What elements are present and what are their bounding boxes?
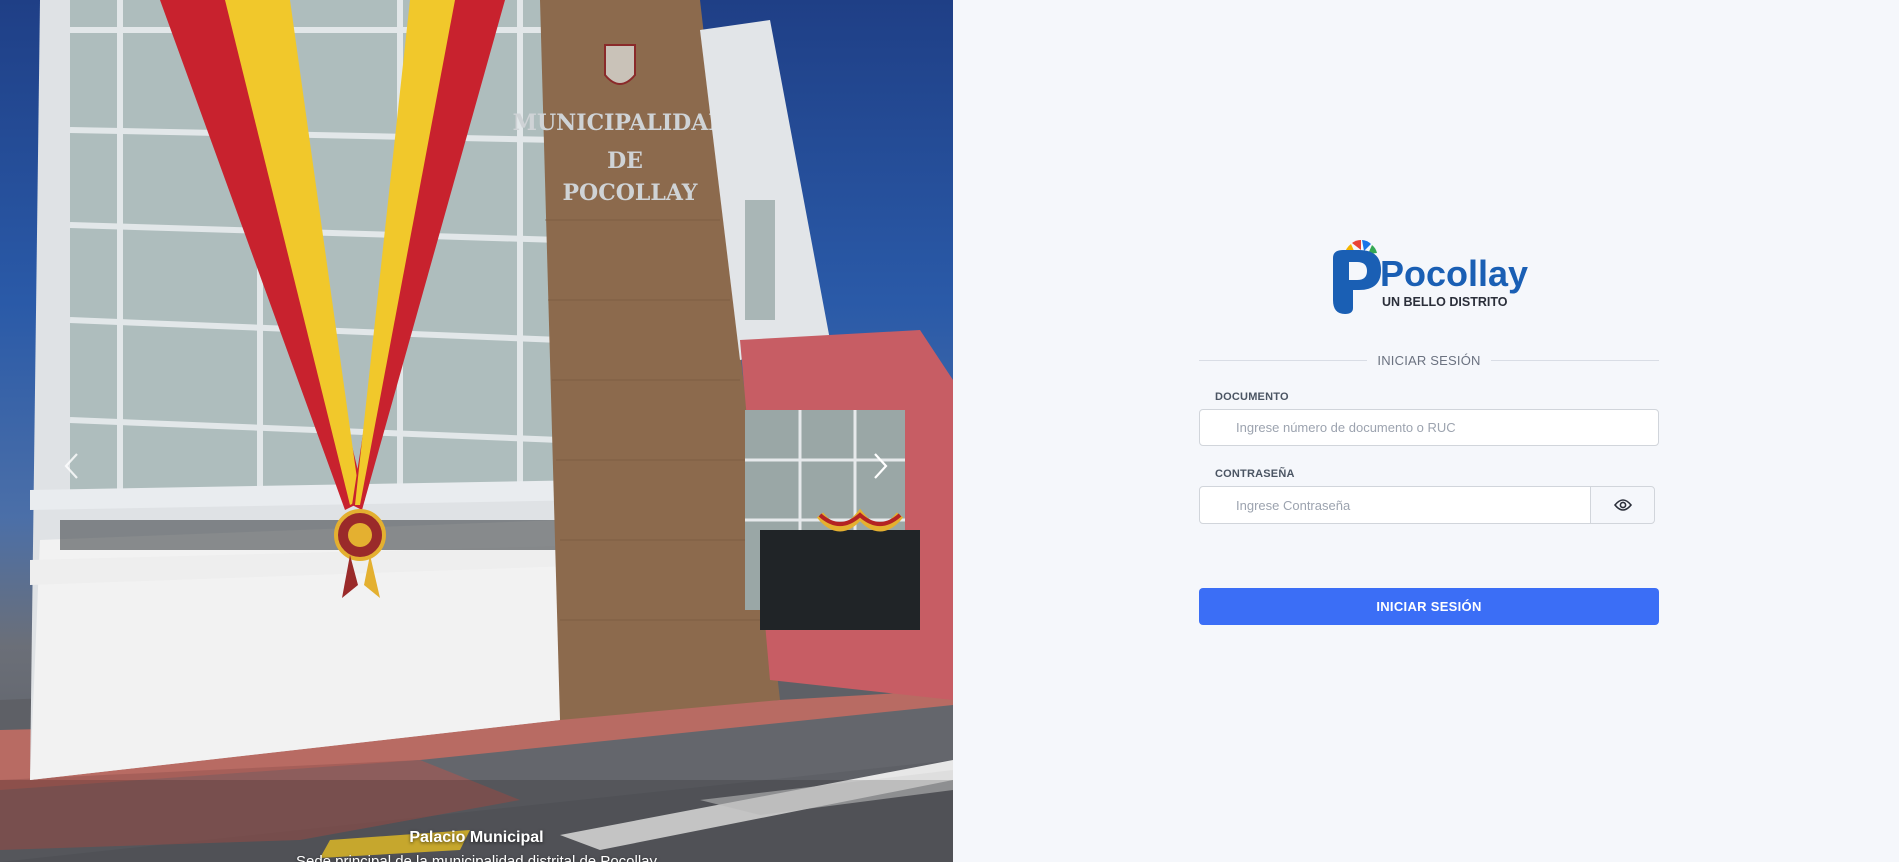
login-panel: Pocollay UN BELLO DISTRITO INICIAR SESIÓ…	[953, 0, 1899, 862]
document-input[interactable]	[1199, 409, 1659, 446]
eye-icon	[1613, 499, 1632, 511]
pocollay-logo: Pocollay UN BELLO DISTRITO	[1325, 236, 1535, 316]
building-sign-line-1: MUNICIPALIDAD	[513, 110, 728, 136]
building-sign-line-2: DE	[607, 148, 643, 174]
chevron-left-icon	[64, 453, 78, 479]
document-label: DOCUMENTO	[1215, 391, 1289, 403]
building-photo: MUNICIPALIDAD DE POCOLLAY	[0, 0, 953, 862]
login-heading-divider: INICIAR SESIÓN	[1199, 350, 1659, 370]
toggle-password-visibility-button[interactable]	[1590, 486, 1655, 524]
carousel-prev-button[interactable]	[52, 446, 92, 486]
building-sign-line-3: POCOLLAY	[563, 180, 698, 206]
logo-tagline: UN BELLO DISTRITO	[1382, 295, 1508, 309]
carousel-caption-title: Palacio Municipal	[409, 829, 544, 846]
logo-wordmark: Pocollay	[1380, 253, 1528, 294]
password-label: CONTRASEÑA	[1215, 468, 1295, 480]
logo-graphic: Pocollay UN BELLO DISTRITO	[1333, 239, 1528, 314]
divider-line-left	[1199, 359, 1368, 361]
carousel-next-button[interactable]	[860, 446, 900, 486]
login-heading: INICIAR SESIÓN	[1377, 352, 1481, 368]
chevron-right-icon	[874, 453, 888, 479]
login-submit-button[interactable]: INICIAR SESIÓN	[1199, 588, 1659, 625]
image-carousel: MUNICIPALIDAD DE POCOLLAY Palacio Munici…	[0, 0, 953, 862]
password-input[interactable]	[1199, 486, 1591, 524]
carousel-caption-subtitle: Sede principal de la municipalidad distr…	[295, 853, 658, 862]
divider-line-right	[1490, 359, 1659, 361]
